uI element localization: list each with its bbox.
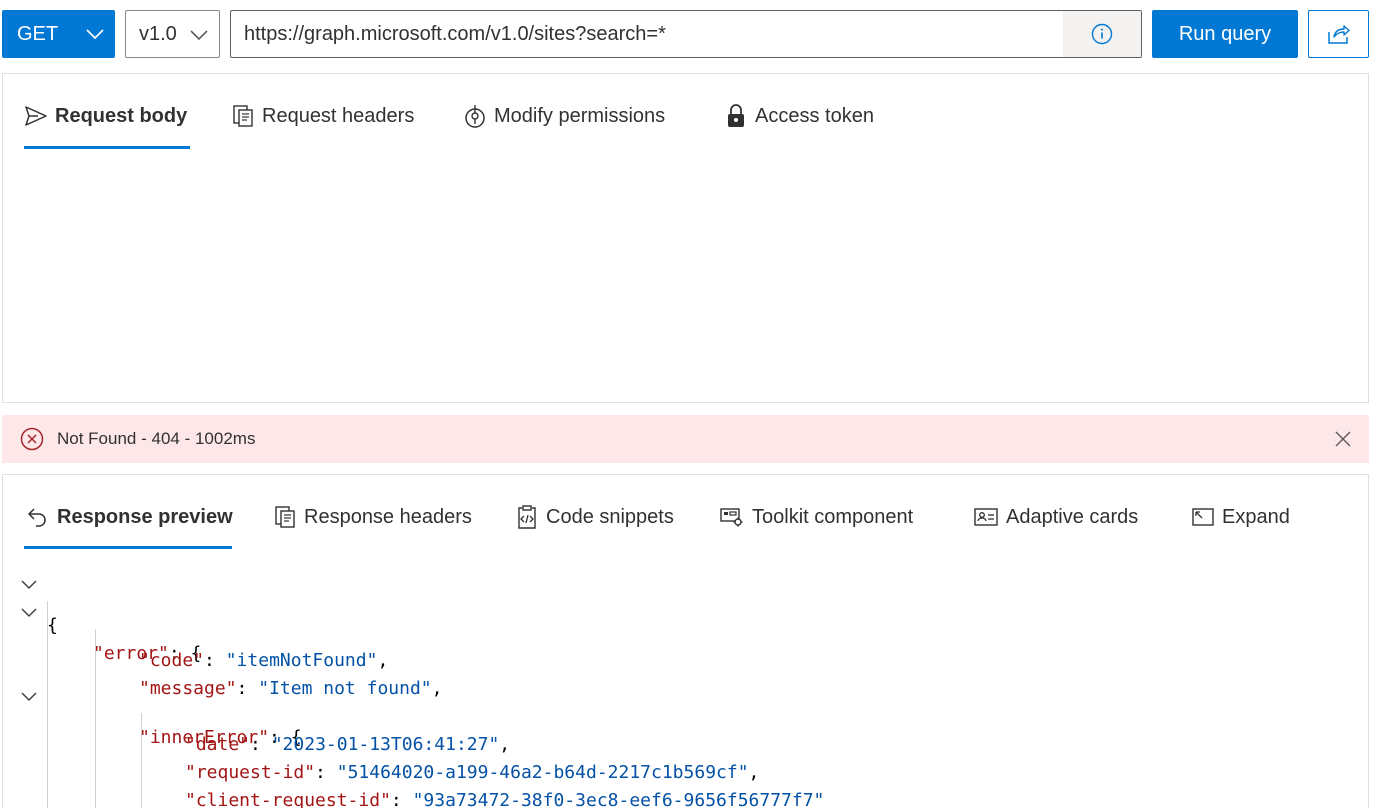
tab-toolkit-component[interactable]: Toolkit component (719, 499, 913, 535)
status-message-bar: Not Found - 404 - 1002ms (2, 415, 1369, 463)
http-method-dropdown[interactable]: GET (2, 10, 115, 58)
tab-label: Adaptive cards (1006, 505, 1139, 528)
info-button[interactable] (1063, 11, 1141, 57)
chevron-down-icon[interactable] (20, 578, 38, 592)
tab-label: Response headers (304, 505, 472, 528)
tab-request-body[interactable]: Request body (24, 98, 187, 134)
tab-request-headers[interactable]: Request headers (231, 98, 414, 134)
chevron-down-icon[interactable] (20, 606, 38, 620)
tab-label: Toolkit component (752, 505, 914, 528)
json-line: "innerError": { (3, 685, 1368, 748)
tab-label: Response preview (57, 505, 233, 528)
json-line: "code": "itemNotFound", (3, 629, 1368, 671)
url-input[interactable] (231, 11, 1061, 57)
clipboard-code-icon (518, 505, 536, 529)
request-panel: Request body Request headers Modify perm… (2, 73, 1369, 403)
tab-label: Request headers (262, 104, 415, 127)
json-line: { (3, 573, 1368, 636)
json-line: "request-id": "51464020-a199-46a2-b64d-2… (3, 741, 1368, 783)
json-line: } (3, 797, 1368, 808)
chevron-down-icon (86, 29, 104, 40)
contact-card-icon (974, 508, 998, 526)
json-line: "message": "Item not found", (3, 657, 1368, 699)
response-panel: Response preview Response headers Code s… (2, 474, 1369, 808)
tab-expand[interactable]: Expand (1191, 499, 1290, 535)
document-list-icon (275, 506, 295, 528)
share-button[interactable] (1308, 10, 1369, 58)
tab-modify-permissions[interactable]: Modify permissions (463, 98, 665, 134)
chevron-down-icon (190, 30, 208, 41)
tab-label: Code snippets (546, 505, 674, 528)
json-line: "error": { (3, 601, 1368, 664)
expand-icon (1192, 508, 1214, 526)
chevron-down-icon[interactable] (20, 690, 38, 704)
tab-label: Access token (755, 104, 874, 127)
lock-icon (728, 104, 744, 127)
run-query-button[interactable]: Run query (1152, 10, 1298, 58)
api-version-label: v1.0 (139, 22, 177, 45)
tab-access-token[interactable]: Access token (724, 98, 874, 134)
http-method-label: GET (17, 22, 59, 45)
tab-label: Request body (55, 104, 188, 127)
query-bar: GET v1.0 Run query (0, 0, 1374, 68)
undo-arrow-icon (28, 508, 46, 527)
status-text: Not Found - 404 - 1002ms (57, 429, 256, 448)
send-icon (25, 106, 47, 126)
request-tabs: Request body Request headers Modify perm… (3, 74, 1368, 154)
tab-label: Expand (1222, 505, 1290, 528)
share-icon (1327, 25, 1350, 44)
document-list-icon (233, 105, 253, 127)
active-tab-indicator (24, 146, 190, 149)
tab-response-preview[interactable]: Response preview (26, 499, 233, 535)
close-icon[interactable] (1334, 430, 1352, 448)
info-icon (1091, 23, 1113, 45)
tab-response-headers[interactable]: Response headers (273, 499, 472, 535)
toolkit-icon (720, 508, 743, 527)
active-tab-indicator (24, 546, 232, 549)
json-line: "date": "2023-01-13T06:41:27", (3, 713, 1368, 755)
api-version-dropdown[interactable]: v1.0 (125, 10, 220, 58)
permissions-icon (465, 105, 485, 128)
error-icon (20, 427, 44, 451)
response-tabs: Response preview Response headers Code s… (3, 475, 1368, 555)
tab-adaptive-cards[interactable]: Adaptive cards (973, 499, 1138, 535)
json-line: "client-request-id": "93a73472-38f0-3ec8… (3, 769, 1368, 808)
tab-label: Modify permissions (494, 104, 666, 127)
url-field-container (230, 10, 1142, 58)
tab-code-snippets[interactable]: Code snippets (515, 499, 674, 535)
